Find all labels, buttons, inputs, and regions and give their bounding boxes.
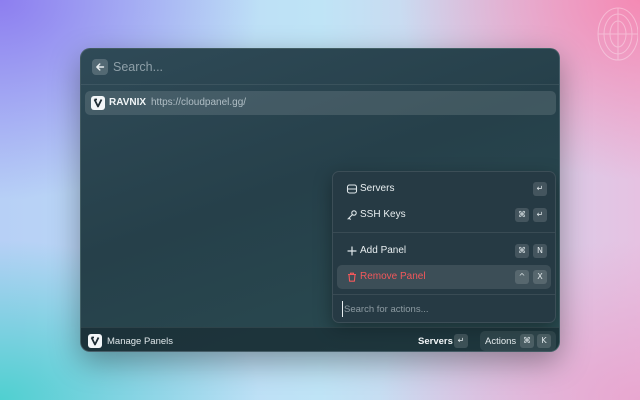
divider — [333, 294, 555, 295]
footer-bar: Manage Panels Servers ↵ Actions ⌘ K — [81, 327, 559, 351]
actions-button-label: Actions — [485, 336, 517, 347]
ravnix-logo-icon — [91, 96, 105, 110]
arrow-left-icon — [96, 63, 105, 71]
list-item[interactable]: RAVNIX https://cloudpanel.gg/ — [85, 91, 556, 115]
key-icon — [345, 208, 359, 222]
search-input[interactable] — [113, 57, 533, 77]
primary-action-button[interactable]: Servers — [418, 336, 453, 347]
shortcut-key: ^ — [515, 270, 529, 284]
action-label: Remove Panel — [360, 271, 426, 282]
trash-icon — [345, 270, 359, 284]
action-label: SSH Keys — [360, 209, 406, 220]
actions-button[interactable]: Actions ⌘ K — [480, 331, 556, 351]
shortcut-key: ⌘ — [515, 244, 529, 258]
shortcut-key: ↵ — [454, 334, 468, 348]
action-ssh-keys[interactable]: SSH Keys ⌘ ↵ — [337, 203, 551, 227]
ravnix-logo-icon — [88, 334, 102, 348]
shortcut-key: ⌘ — [515, 208, 529, 222]
search-header — [81, 49, 559, 85]
background-logo-icon — [597, 7, 638, 61]
shortcut-key: K — [537, 334, 551, 348]
shortcut-key: ↵ — [533, 208, 547, 222]
shortcut-key: X — [533, 270, 547, 284]
plus-icon — [345, 244, 359, 258]
list-item-title: RAVNIX — [109, 97, 147, 108]
action-servers[interactable]: Servers ↵ — [337, 177, 551, 201]
actions-panel: Servers ↵ SSH Keys ⌘ ↵ Add Panel ⌘ N Rem… — [332, 171, 556, 323]
shortcut-key: ↵ — [533, 182, 547, 196]
action-label: Servers — [360, 183, 395, 194]
action-label: Add Panel — [360, 245, 407, 256]
server-icon — [345, 182, 359, 196]
action-search-input[interactable] — [342, 301, 542, 317]
back-button[interactable] — [92, 59, 108, 75]
footer-title: Manage Panels — [107, 336, 174, 347]
action-remove-panel[interactable]: Remove Panel ^ X — [337, 265, 551, 289]
divider — [333, 232, 555, 233]
launcher-window: RAVNIX https://cloudpanel.gg/ Servers ↵ … — [80, 48, 560, 352]
action-add-panel[interactable]: Add Panel ⌘ N — [337, 239, 551, 263]
shortcut-key: ⌘ — [520, 334, 534, 348]
shortcut-key: N — [533, 244, 547, 258]
list-item-url: https://cloudpanel.gg/ — [151, 97, 247, 108]
